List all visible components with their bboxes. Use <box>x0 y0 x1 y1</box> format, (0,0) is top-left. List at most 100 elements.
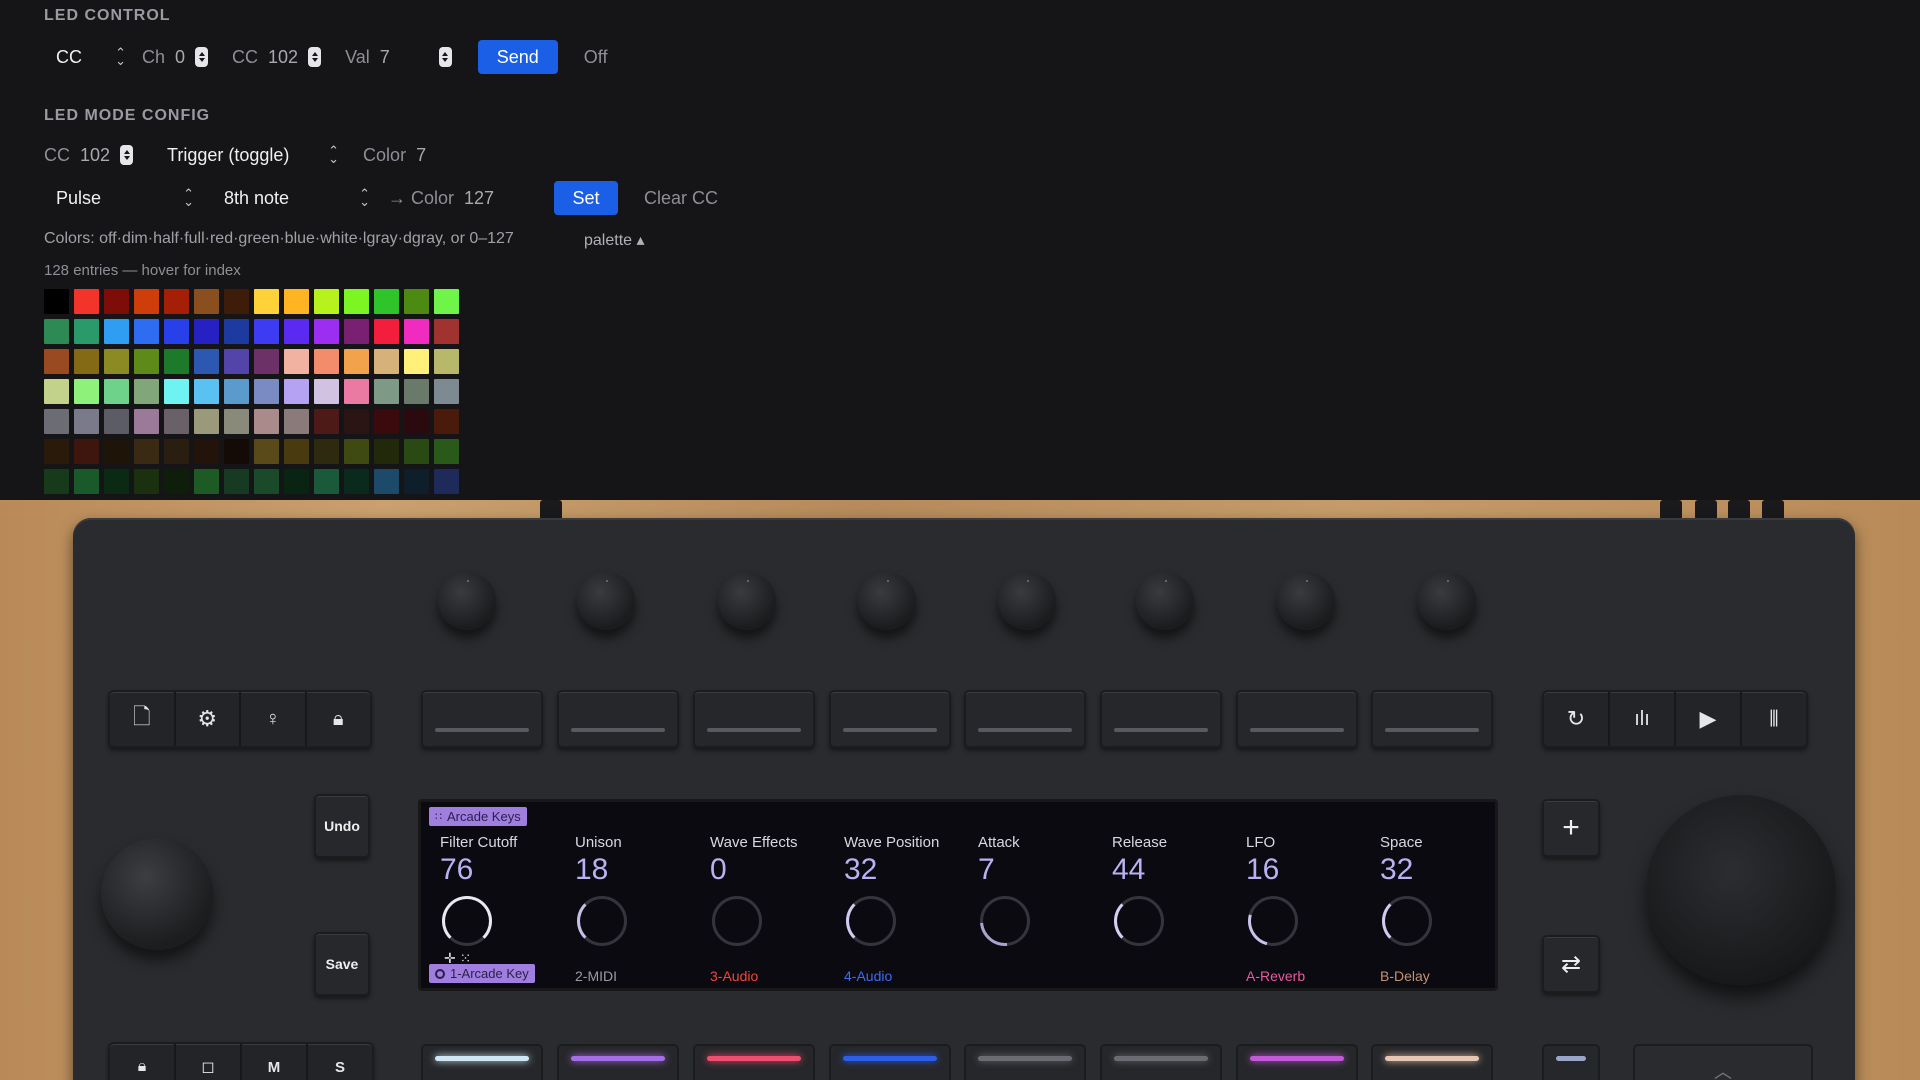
solo-button[interactable]: S <box>308 1044 372 1080</box>
palette-swatch[interactable] <box>254 469 279 494</box>
palette-swatch[interactable] <box>134 349 159 374</box>
palette-swatch[interactable] <box>194 349 219 374</box>
stepper-icon[interactable] <box>438 47 452 67</box>
palette-swatch[interactable] <box>224 289 249 314</box>
palette-swatch[interactable] <box>434 349 459 374</box>
palette-swatch[interactable] <box>164 439 189 464</box>
small-side-button[interactable] <box>1542 1044 1600 1080</box>
palette-swatch[interactable] <box>404 469 429 494</box>
animation-select[interactable]: Pulse ⌃ ⌄ <box>44 181 200 215</box>
palette-swatch[interactable] <box>374 379 399 404</box>
palette-swatch[interactable] <box>164 319 189 344</box>
palette-swatch[interactable] <box>284 439 309 464</box>
palette-swatch[interactable] <box>434 379 459 404</box>
palette-swatch[interactable] <box>74 379 99 404</box>
channel-input[interactable]: 0 <box>175 47 209 68</box>
pad-button-4[interactable] <box>829 1044 951 1080</box>
palette-swatch[interactable] <box>314 469 339 494</box>
palette-swatch[interactable] <box>134 319 159 344</box>
encoder-knob-4[interactable] <box>858 572 916 630</box>
palette-swatch[interactable] <box>344 439 369 464</box>
palette-swatch[interactable] <box>404 409 429 434</box>
palette-swatch[interactable] <box>134 289 159 314</box>
encoder-knob-3[interactable] <box>718 572 776 630</box>
palette-swatch[interactable] <box>314 409 339 434</box>
palette-swatch[interactable] <box>164 409 189 434</box>
palette-swatch[interactable] <box>254 379 279 404</box>
mute-button[interactable]: M <box>242 1044 308 1080</box>
stepper-icon[interactable] <box>308 47 322 67</box>
track-slot-button-1[interactable] <box>421 690 543 748</box>
stepper-icon[interactable] <box>195 47 209 67</box>
palette-swatch[interactable] <box>434 469 459 494</box>
palette-swatch[interactable] <box>224 349 249 374</box>
clear-cc-button[interactable]: Clear CC <box>644 188 718 209</box>
palette-swatch[interactable] <box>434 409 459 434</box>
off-button[interactable]: Off <box>584 47 608 68</box>
palette-swatch[interactable] <box>374 409 399 434</box>
palette-swatch[interactable] <box>314 379 339 404</box>
encoder-knob-2[interactable] <box>577 572 635 630</box>
mixer-button[interactable]: ılı <box>1610 692 1676 746</box>
palette-swatch[interactable] <box>194 379 219 404</box>
palette-swatch[interactable] <box>404 439 429 464</box>
pad-button-7[interactable] <box>1236 1044 1358 1080</box>
pad-button-2[interactable] <box>557 1044 679 1080</box>
palette-swatch[interactable] <box>134 469 159 494</box>
palette-swatch[interactable] <box>74 439 99 464</box>
palette-swatch[interactable] <box>194 319 219 344</box>
palette-swatch[interactable] <box>284 319 309 344</box>
track-slot-button-8[interactable] <box>1371 690 1493 748</box>
palette-swatch[interactable] <box>284 469 309 494</box>
palette-swatch[interactable] <box>404 349 429 374</box>
pad-button-1[interactable] <box>421 1044 543 1080</box>
up-arrow-button[interactable]: ︿ <box>1633 1044 1813 1080</box>
palette-swatch[interactable] <box>44 409 69 434</box>
palette-swatch[interactable] <box>224 379 249 404</box>
palette-swatch[interactable] <box>104 319 129 344</box>
palette-swatch[interactable] <box>104 409 129 434</box>
encoder-knob-6[interactable] <box>1136 572 1194 630</box>
palette-swatch[interactable] <box>254 409 279 434</box>
palette-swatch[interactable] <box>254 319 279 344</box>
val-input[interactable]: 7 <box>380 47 452 68</box>
palette-swatch[interactable] <box>74 349 99 374</box>
track-slot-button-6[interactable] <box>1100 690 1222 748</box>
palette-swatch[interactable] <box>104 379 129 404</box>
palette-swatch[interactable] <box>434 439 459 464</box>
file-button[interactable]: 🗋 <box>110 692 176 746</box>
lock-mode-button[interactable]: 🔒︎ <box>110 1044 176 1080</box>
undo-button[interactable]: Undo <box>314 794 370 858</box>
to-color-input[interactable]: 127 <box>464 188 554 209</box>
palette-swatch[interactable] <box>104 349 129 374</box>
palette-swatch[interactable] <box>404 289 429 314</box>
palette-swatch[interactable] <box>284 409 309 434</box>
encoder-knob-8[interactable] <box>1418 572 1476 630</box>
palette-swatch[interactable] <box>344 469 369 494</box>
loop-button[interactable]: ↻ <box>1544 692 1610 746</box>
set-button[interactable]: Set <box>554 181 619 215</box>
palette-swatch[interactable] <box>134 379 159 404</box>
palette-toggle[interactable]: palette ▴ <box>584 230 645 250</box>
palette-swatch[interactable] <box>44 379 69 404</box>
palette-swatch[interactable] <box>374 289 399 314</box>
palette-swatch[interactable] <box>224 469 249 494</box>
palette-swatch[interactable] <box>74 319 99 344</box>
palette-swatch[interactable] <box>314 319 339 344</box>
palette-swatch[interactable] <box>404 379 429 404</box>
palette-swatch[interactable] <box>284 289 309 314</box>
palette-swatch[interactable] <box>434 289 459 314</box>
message-type-select[interactable]: CC ⌃ ⌄ <box>44 40 132 74</box>
pad-button-5[interactable] <box>964 1044 1086 1080</box>
stop-button[interactable]: ◻ <box>176 1044 242 1080</box>
palette-swatch[interactable] <box>194 469 219 494</box>
palette-swatch[interactable] <box>254 349 279 374</box>
palette-swatch[interactable] <box>44 349 69 374</box>
save-button[interactable]: Save <box>314 932 370 996</box>
pad-button-8[interactable] <box>1371 1044 1493 1080</box>
track-slot-button-4[interactable] <box>829 690 951 748</box>
palette-swatch[interactable] <box>314 349 339 374</box>
palette-swatch[interactable] <box>104 289 129 314</box>
palette-swatch[interactable] <box>344 319 369 344</box>
palette-swatch[interactable] <box>134 439 159 464</box>
